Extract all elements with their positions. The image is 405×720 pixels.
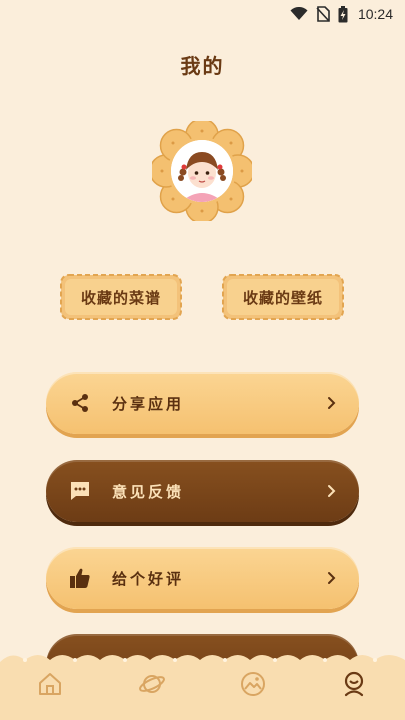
favorite-recipes-button[interactable]: 收藏的菜谱 [59, 273, 183, 321]
share-app-button[interactable]: 分享应用 [46, 372, 359, 434]
tab-planet[interactable] [132, 664, 172, 704]
page-title: 我的 [180, 54, 225, 78]
status-bar: 10:24 [0, 0, 405, 28]
rate-app-label: 给个好评 [112, 569, 185, 588]
home-icon [39, 673, 61, 695]
planet-icon [139, 675, 165, 693]
feedback-label: 意见反馈 [112, 482, 185, 501]
rate-app-button[interactable]: 给个好评 [46, 547, 359, 609]
chevron-right-icon [325, 396, 339, 410]
favorite-wallpapers-button[interactable]: 收藏的壁纸 [221, 273, 345, 321]
tab-image[interactable] [233, 664, 273, 704]
chevron-right-icon [325, 484, 339, 498]
favorite-recipes-label: 收藏的菜谱 [80, 288, 161, 307]
feedback-icon [68, 479, 92, 503]
wifi-icon [290, 7, 308, 21]
favorite-wallpapers-label: 收藏的壁纸 [242, 288, 323, 307]
profile-icon [344, 671, 364, 697]
tab-home[interactable] [30, 664, 70, 704]
avatar[interactable] [149, 118, 255, 224]
share-icon [68, 391, 92, 415]
no-sim-icon [316, 6, 330, 22]
chevron-right-icon [325, 571, 339, 585]
bottom-tab-bar [0, 650, 405, 720]
thumbs-up-icon [68, 566, 92, 590]
tab-profile[interactable] [334, 664, 374, 704]
battery-charging-icon [338, 5, 348, 23]
status-time: 10:24 [357, 6, 393, 22]
image-icon [241, 672, 265, 696]
feedback-button[interactable]: 意见反馈 [46, 460, 359, 522]
girl-avatar-icon [171, 140, 233, 202]
share-app-label: 分享应用 [112, 394, 185, 413]
